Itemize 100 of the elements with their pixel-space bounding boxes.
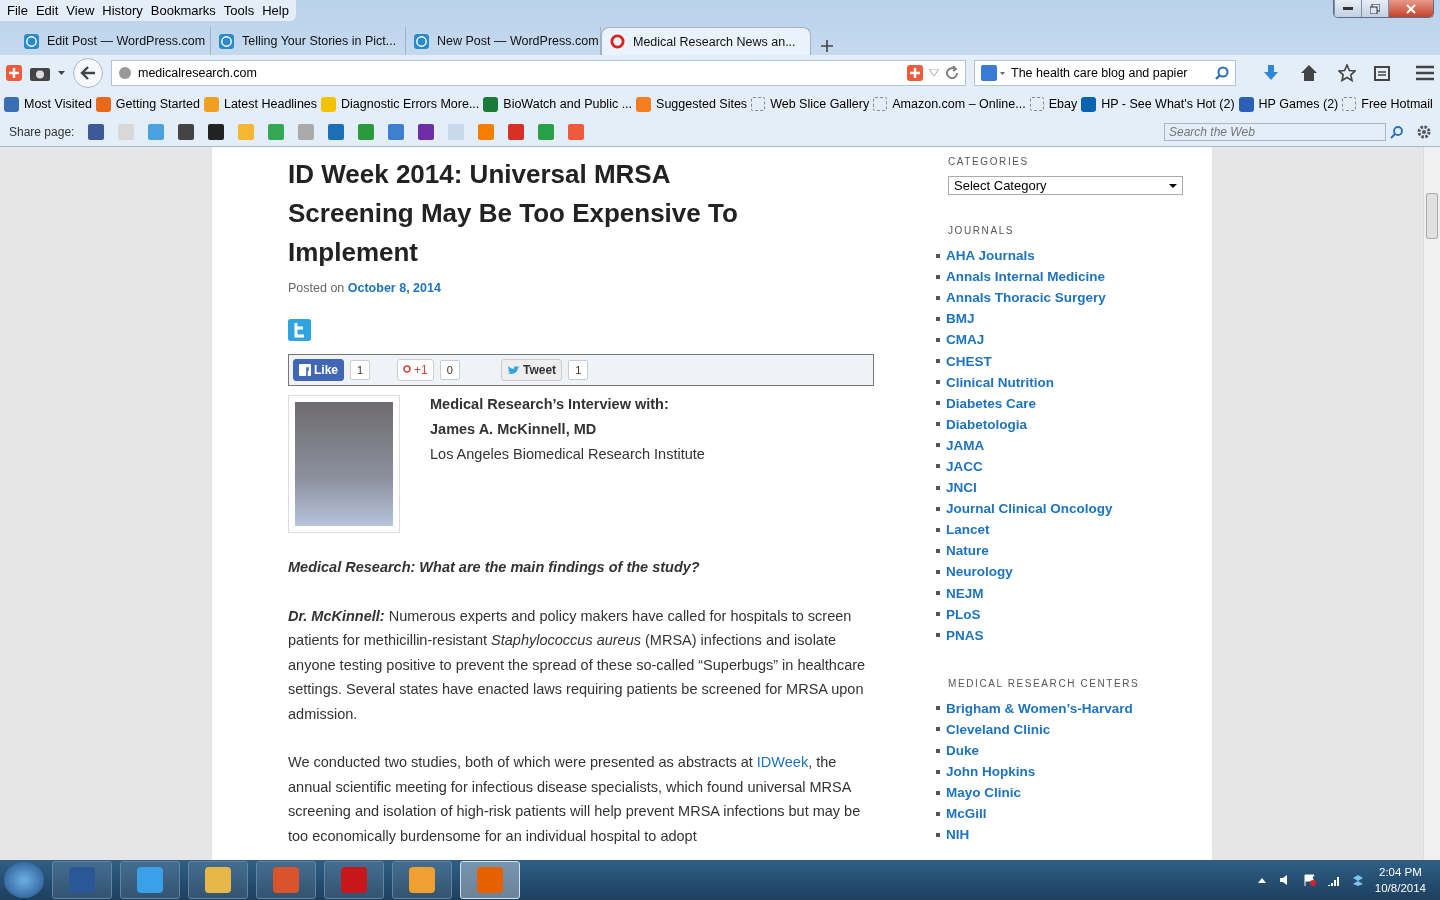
- journal-link[interactable]: BMJ: [946, 311, 975, 327]
- journal-link[interactable]: Lancet: [946, 522, 990, 538]
- caret-icon: [1169, 183, 1177, 188]
- journal-link[interactable]: Diabetologia: [946, 416, 1027, 432]
- bookmark-link[interactable]: Latest Headlines: [203, 96, 318, 112]
- research-center-link[interactable]: Brigham & Women’s-Harvard: [946, 700, 1133, 716]
- blank-page-icon: [1029, 97, 1044, 111]
- address-bar[interactable]: medicalresearch.com: [111, 59, 966, 86]
- reload-icon[interactable]: [945, 65, 959, 80]
- plus-icon[interactable]: [821, 40, 833, 55]
- search-icon[interactable]: [1215, 65, 1229, 80]
- journal-link[interactable]: Nature: [946, 543, 989, 559]
- menu-item[interactable]: View: [63, 2, 98, 19]
- close-button[interactable]: [1388, 0, 1433, 17]
- bookmark-link[interactable]: Amazon.com – Online...: [873, 97, 1026, 111]
- taskbar-app-button[interactable]: [392, 861, 452, 899]
- menu-item[interactable]: Bookmarks: [147, 2, 219, 19]
- taskbar-app-button[interactable]: [188, 861, 248, 899]
- bookmark-link[interactable]: Getting Started: [95, 96, 200, 112]
- share-service-icon[interactable]: [178, 124, 195, 140]
- flag-icon[interactable]: [1302, 874, 1317, 886]
- start-button[interactable]: [4, 862, 44, 898]
- journal-link[interactable]: Clinical Nutrition: [946, 374, 1054, 390]
- bookmark-link[interactable]: Diagnostic Errors More...: [321, 96, 480, 112]
- menu-item[interactable]: Tools: [220, 2, 258, 19]
- journal-link[interactable]: AHA Journals: [946, 248, 1035, 264]
- menu-icon[interactable]: [1416, 64, 1434, 81]
- bookmark-link[interactable]: Suggested Sites: [636, 96, 748, 112]
- search-field[interactable]: The health care blog and papier: [974, 59, 1236, 86]
- journal-link[interactable]: PLoS: [946, 606, 981, 622]
- journal-link[interactable]: JAMA: [946, 437, 985, 453]
- journal-link[interactable]: Neurology: [946, 564, 1013, 580]
- search-engine-icon[interactable]: [981, 64, 1005, 81]
- research-center-link[interactable]: Duke: [946, 743, 979, 758]
- research-center-link[interactable]: Cleveland Clinic: [946, 721, 1051, 737]
- journal-link[interactable]: JACC: [946, 459, 983, 474]
- journal-link[interactable]: PNAS: [946, 627, 984, 643]
- bullet-icon: [936, 443, 940, 448]
- category-dropdown[interactable]: Select Category: [948, 176, 1183, 195]
- bullet-icon: [936, 612, 940, 617]
- minimize-button[interactable]: [1334, 0, 1361, 17]
- back-button[interactable]: [73, 57, 103, 88]
- bookmark-link[interactable]: HP Games (2): [1238, 96, 1339, 112]
- research-center-link[interactable]: John Hopkins: [946, 764, 1036, 780]
- blank-page-icon: [1342, 97, 1357, 111]
- research-center-link[interactable]: McGill: [946, 806, 987, 822]
- scrollbar[interactable]: [1423, 147, 1440, 860]
- signal-icon[interactable]: [1326, 874, 1341, 886]
- menu-item[interactable]: File: [4, 2, 31, 19]
- dropdown-icon[interactable]: [929, 69, 939, 76]
- scrollbar-thumb[interactable]: [1426, 193, 1438, 239]
- search-icon[interactable]: [1390, 125, 1403, 139]
- download-icon[interactable]: [1262, 63, 1280, 82]
- bullet-icon: [936, 769, 940, 774]
- taskbar-app-button[interactable]: [120, 861, 180, 899]
- research-center-link[interactable]: Mayo Clinic: [946, 785, 1021, 801]
- menu-item[interactable]: Edit: [32, 2, 62, 19]
- social-button[interactable]: +1: [397, 359, 434, 381]
- journal-link[interactable]: Diabetes Care: [946, 395, 1037, 411]
- browser-tab[interactable]: Medical Research News an...: [601, 27, 811, 55]
- bullet-icon: [936, 748, 940, 753]
- post-date-link[interactable]: October 8, 2014: [347, 281, 441, 295]
- web-search-field[interactable]: Search the Web: [1164, 123, 1386, 141]
- caret-icon[interactable]: [58, 70, 65, 75]
- social-button[interactable]: Tweet: [501, 359, 563, 381]
- twitter-icon[interactable]: [288, 319, 311, 341]
- journal-link[interactable]: Journal Clinical Oncology: [946, 501, 1113, 517]
- share-service-icon[interactable]: [418, 124, 435, 140]
- restore-button[interactable]: [1361, 0, 1388, 17]
- bookmark-link[interactable]: Web Slice Gallery: [751, 97, 870, 111]
- bookmark-link[interactable]: Most Visited: [4, 96, 92, 112]
- journal-link[interactable]: CHEST: [946, 353, 992, 369]
- settings-icon[interactable]: [1417, 125, 1431, 139]
- share-service-icon[interactable]: [208, 124, 225, 140]
- bullet-icon: [936, 401, 940, 406]
- share-service-icon[interactable]: [88, 124, 105, 140]
- bookmark-link[interactable]: BioWatch and Public ...: [483, 96, 633, 112]
- close-icon: [1406, 3, 1416, 14]
- journal-link[interactable]: Annals Thoracic Surgery: [946, 290, 1106, 306]
- menu-item[interactable]: History: [99, 2, 146, 19]
- clipboard-icon[interactable]: [1374, 64, 1390, 81]
- bookmark-link[interactable]: Free Hotmail: [1342, 97, 1433, 111]
- blank-page-icon: [751, 97, 766, 111]
- plus-icon[interactable]: [907, 64, 923, 81]
- star-icon[interactable]: [1338, 63, 1356, 82]
- journal-link[interactable]: NEJM: [946, 585, 984, 601]
- journal-link[interactable]: Annals Internal Medicine: [946, 269, 1106, 285]
- bookmark-link[interactable]: Ebay: [1029, 97, 1078, 111]
- app-icon: [69, 867, 95, 893]
- research-center-link[interactable]: NIH: [946, 827, 970, 843]
- home-icon[interactable]: [1300, 63, 1318, 82]
- bullet-icon: [936, 359, 940, 363]
- bookmark-link[interactable]: HP - See What's Hot (2): [1081, 96, 1235, 112]
- site-logo-icon: [610, 34, 625, 49]
- journal-link[interactable]: CMAJ: [946, 332, 985, 348]
- menu-item[interactable]: Help: [259, 2, 292, 19]
- plus-icon[interactable]: [6, 64, 22, 81]
- journal-link[interactable]: JNCI: [946, 480, 977, 496]
- share-count: 0: [439, 360, 460, 380]
- social-button[interactable]: Like: [293, 359, 344, 381]
